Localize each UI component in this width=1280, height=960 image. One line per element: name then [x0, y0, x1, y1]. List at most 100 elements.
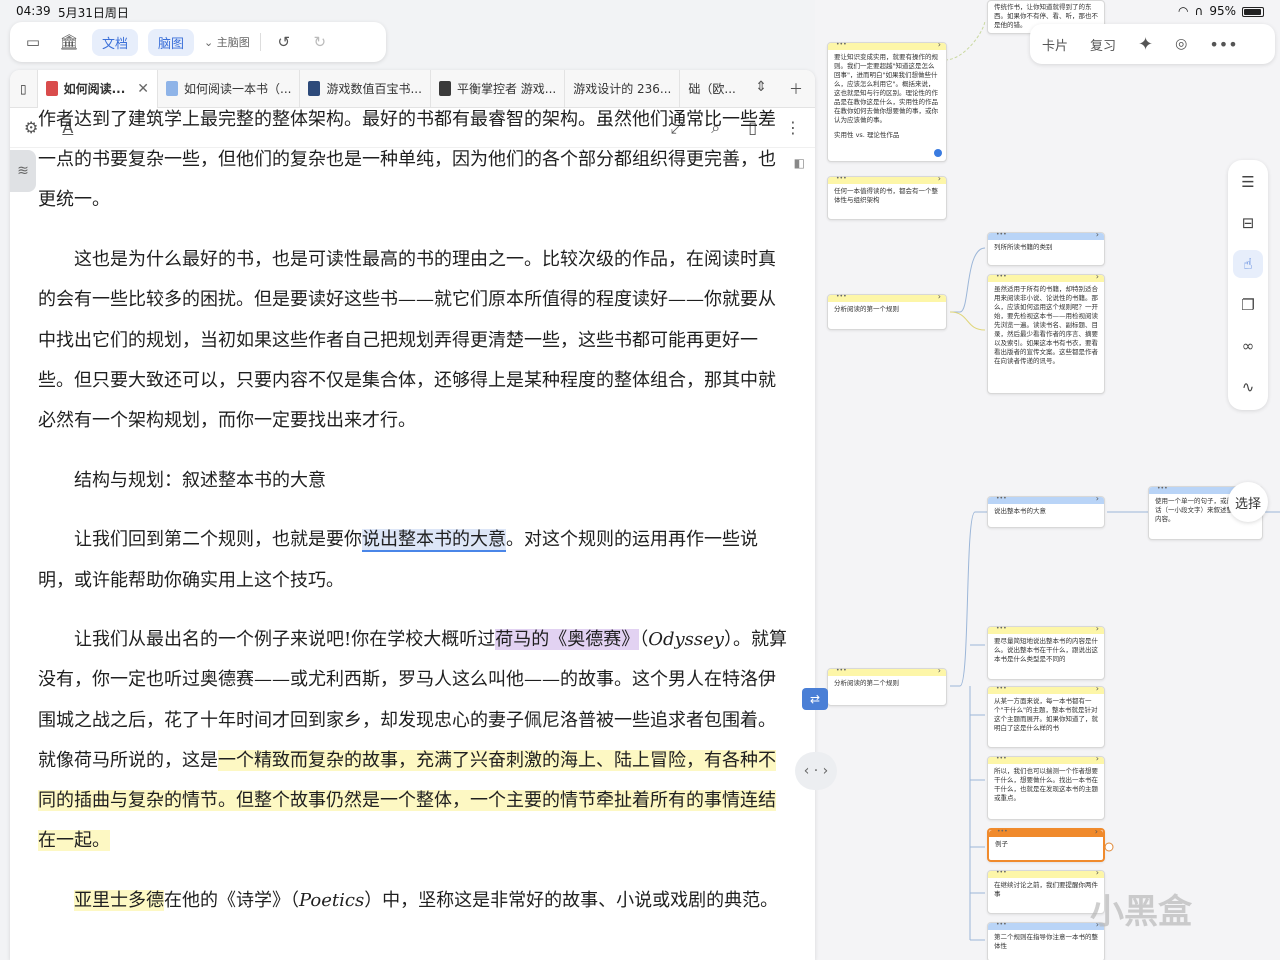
book-cover-icon: [45, 81, 58, 96]
node-text: 要让知识变成实用，就要有操作的规则。我们一定要超越"知道这是怎么回事"，进而明白…: [834, 53, 938, 124]
paragraph: 让我们回到第二个规则，也就是要你说出整本书的大意。对这个规则的运用再作一些说明，…: [38, 520, 790, 600]
mindmap-side-toolbar: ☰ ⊟ ☝ ❐ ∞ ∿: [1228, 160, 1268, 410]
text-run: （: [639, 629, 649, 651]
draw-icon[interactable]: ∿: [1233, 373, 1263, 401]
node-header: [988, 868, 1104, 878]
swap-panels-icon[interactable]: ⇄: [802, 688, 828, 710]
mindmap-node[interactable]: 从某一方面来说，每一本书都有一个"干什么"的主题，整本书就是针对这个主题而展开。…: [987, 684, 1105, 748]
headphones-icon: ∩: [1194, 4, 1204, 18]
watermark-logo: 小黑盒: [1090, 892, 1192, 932]
book-cover-icon: [308, 81, 321, 96]
node-text: 任何一本值得读的书，都会有一个整体性与组织架构: [834, 187, 938, 204]
library-icon[interactable]: 🏛: [56, 29, 82, 55]
text-run: 让我们从最出名的一个例子来说吧!你在学校大概听过: [74, 629, 496, 651]
node-text: 分析阅读的第一个规则: [834, 305, 899, 313]
node-text: 所以，我们也可以揣测一个作者想要干什么，想要做什么。找出一本书在干什么，也就是在…: [994, 767, 1098, 802]
node-header: [828, 292, 946, 302]
mindmap-node[interactable]: 所以，我们也可以揣测一个作者想要干什么，想要做什么。找出一本书在干什么，也就是在…: [987, 754, 1105, 820]
chevron-down-icon: ⌄: [204, 36, 214, 49]
document-content[interactable]: 作者达到了建筑学上最完整的整体架构。最好的书都有最睿智的架构。虽然他们通常比一些…: [38, 109, 790, 941]
highlight-blue[interactable]: 说出整本书的大意: [362, 529, 506, 553]
highlight-yellow[interactable]: 亚里士多德: [74, 889, 164, 911]
copy-icon[interactable]: ❐: [1233, 291, 1263, 319]
mindmap-node[interactable]: 说出整本书的大意: [987, 494, 1105, 528]
add-tab-icon[interactable]: ＋: [789, 79, 803, 99]
mindmap-node-selected[interactable]: 例子: [987, 827, 1105, 862]
node-text: 说出整本书的大意: [994, 507, 1046, 515]
node-header: [989, 827, 1103, 837]
link-icon[interactable]: [934, 149, 942, 157]
book-cover-icon: [438, 81, 451, 96]
node-header: [828, 174, 946, 184]
node-header: [988, 272, 1104, 282]
tab-label: 游戏数值百宝书...: [326, 82, 422, 96]
tab-label: 如何阅读...: [63, 82, 126, 96]
mindmap-toolbar: 卡片 复习 ✦ ◎ •••: [1030, 24, 1275, 64]
tab-toggle[interactable]: ▯: [10, 70, 38, 108]
mindmap-node[interactable]: 在继续讨论之前，我们要提醒你两件事: [987, 868, 1105, 914]
text-run: 在他的《诗学》（: [164, 889, 299, 911]
link-icon[interactable]: ∞: [1233, 332, 1263, 360]
node-header: [988, 684, 1104, 694]
book-cover-icon: [166, 81, 179, 96]
italic-text: Odyssey: [648, 629, 724, 651]
node-header: [988, 754, 1104, 764]
node-header: [828, 666, 946, 676]
node-header: [828, 40, 946, 50]
tab-label: 如何阅读一本书（...: [184, 82, 292, 96]
undo-icon[interactable]: ↺: [271, 29, 297, 55]
node-text: 虽然适用于所有的书籍，却特别适合用来阅读非小说、论说性的书籍。那么，应该如何运用…: [994, 285, 1098, 365]
mindmap-node[interactable]: 要尽量简短地说出整本书的内容是什么。说出整本书在干什么，跟说出这本书是什么类型是…: [987, 624, 1105, 680]
redo-icon[interactable]: ↻: [307, 29, 333, 55]
outline-list-icon[interactable]: ☰: [1233, 168, 1263, 196]
mindmap-canvas[interactable]: 传统作书，让你知道就得到了的东西。如果你不有停、看、听，那也不是他的错。 要让知…: [815, 0, 1280, 960]
cards-button[interactable]: 卡片: [1042, 35, 1068, 54]
mindmap-mode-button[interactable]: 脑图: [148, 28, 195, 56]
node-text: 列所所读书籍的类别: [994, 243, 1053, 251]
tab-label: 平衡掌控者 游戏...: [456, 82, 557, 96]
mindmap-node[interactable]: 虽然适用于所有的书籍，却特别适合用来阅读非小说、论说性的书籍。那么，应该如何运用…: [987, 272, 1105, 394]
node-text: 分析阅读的第二个规则: [834, 679, 899, 687]
node-text: 例子: [995, 840, 1008, 848]
tab-sort-icon[interactable]: ⇕: [755, 79, 767, 99]
mindmap-node[interactable]: 第二个规则在指导你注意一本书的整体性: [987, 920, 1105, 960]
document-reader: ▯ 如何阅读... ✕ 如何阅读一本书（... 游戏数值百宝书... 平衡掌控者…: [10, 70, 815, 960]
status-bar: 04:39 5月31日周日 ◠ ∩ 95%: [0, 0, 1280, 22]
wifi-icon: ◠: [1178, 4, 1189, 18]
tab-label: 础（欧...: [688, 82, 736, 96]
review-button[interactable]: 复习: [1090, 35, 1116, 54]
more-icon[interactable]: •••: [1209, 35, 1237, 54]
www-search-icon[interactable]: ◎: [1175, 36, 1187, 52]
main-mindmap-label: 主脑图: [216, 36, 250, 49]
paragraph: 亚里士多德在他的《诗学》（Poetics）中，坚称这是非常好的故事、小说或戏剧的…: [38, 881, 790, 921]
italic-text: Poetics: [299, 889, 365, 911]
mindmap-node[interactable]: 要让知识变成实用，就要有操作的规则。我们一定要超越"知道这是怎么回事"，进而明白…: [827, 40, 947, 162]
sidebar-toggle-icon[interactable]: ▭: [20, 29, 46, 55]
tab-controls: ⇕ ＋: [755, 79, 815, 99]
battery-icon: [1242, 6, 1264, 17]
node-text: 第二个规则在指导你注意一本书的整体性: [994, 933, 1098, 950]
section-heading: 结构与规划：叙述整本书的大意: [74, 469, 326, 491]
mindmap-node[interactable]: 列所所读书籍的类别: [987, 230, 1105, 266]
mindmap-node[interactable]: 任何一本值得读的书，都会有一个整体性与组织架构: [827, 174, 947, 220]
sparkle-icon[interactable]: ✦: [1138, 34, 1153, 55]
doc-mode-button[interactable]: 文档: [92, 28, 139, 56]
mindmap-node[interactable]: 分析阅读的第一个规则: [827, 292, 947, 330]
status-time: 04:39: [16, 4, 51, 18]
mindmap-node[interactable]: 分析阅读的第二个规则: [827, 666, 947, 706]
main-mindmap-dropdown[interactable]: ⌄ 主脑图: [204, 34, 250, 50]
panel-toggle-icon[interactable]: ◧: [794, 156, 805, 170]
layout-icon[interactable]: ⊟: [1233, 209, 1263, 237]
divider: [259, 33, 261, 51]
highlight-purple[interactable]: 荷马的《奥德赛》: [495, 629, 640, 651]
close-icon[interactable]: ✕: [137, 81, 149, 97]
node-header: [988, 624, 1104, 634]
node-tag: 实用性 vs. 理论性作品: [834, 131, 900, 139]
node-header: [988, 230, 1104, 240]
select-button[interactable]: 选择: [1228, 482, 1268, 522]
pane-resize-handle[interactable]: ‹ · ›: [795, 752, 837, 790]
layers-icon[interactable]: ≋: [10, 150, 36, 192]
settings-icon[interactable]: ⚙: [24, 118, 38, 137]
node-header: [988, 920, 1104, 930]
pointer-hand-icon[interactable]: ☝: [1233, 250, 1263, 278]
